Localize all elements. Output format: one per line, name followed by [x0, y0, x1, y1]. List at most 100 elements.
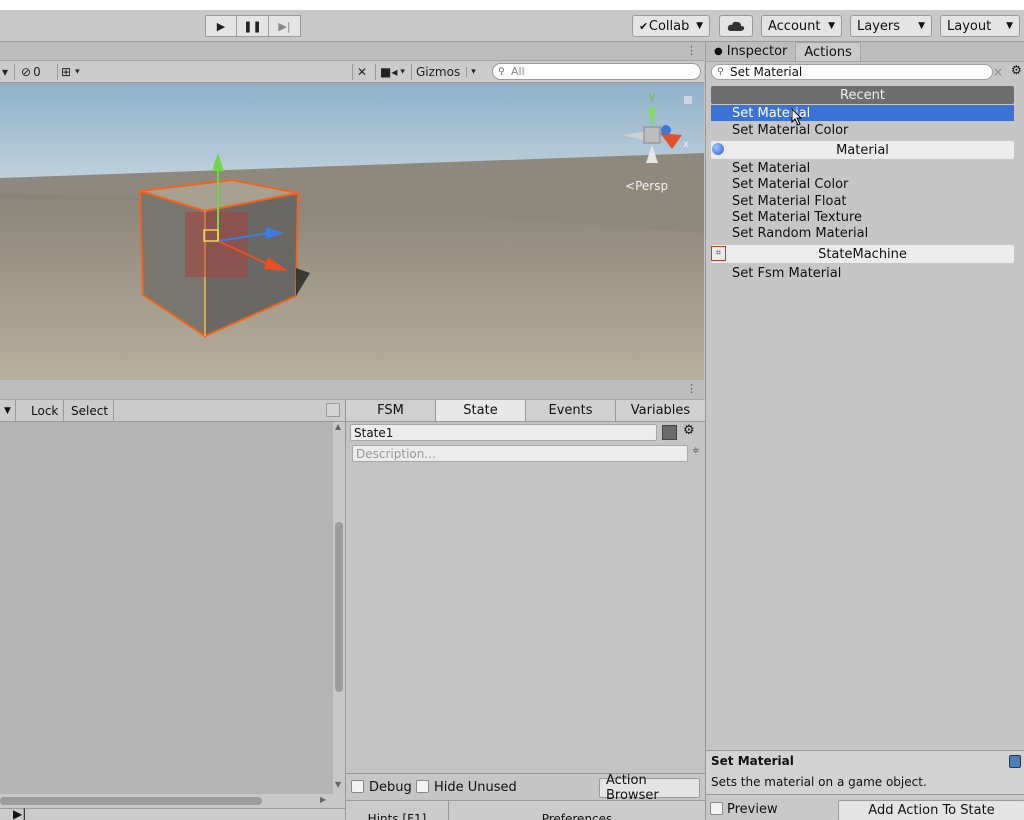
eye-slash-icon: ⊘ [21, 65, 32, 79]
scroll-down-icon[interactable]: ▼ [335, 780, 341, 789]
account-label: Account [768, 18, 821, 34]
kebab-menu-icon[interactable]: ⋮ [686, 44, 697, 57]
camera-icon: ■◂ [380, 65, 398, 79]
gizmos-dropdown[interactable]: Gizmos ▾ [411, 64, 476, 80]
lock-view-icon[interactable] [684, 96, 692, 104]
actions-scrollbar[interactable] [1018, 732, 1024, 746]
tools-icon: ✕ [357, 65, 368, 79]
main-toolbar: ▶ ❚❚ ▶| ✔ Collab ▼ Account ▼ Layers ▼ La… [0, 0, 1024, 42]
state-name-field[interactable]: State1 [350, 424, 657, 441]
step-button[interactable]: ▶| [269, 15, 301, 37]
category-statemachine[interactable]: ⌗ StateMachine [711, 245, 1014, 263]
tab-label: State [463, 403, 498, 418]
lock-button[interactable]: Lock [26, 400, 65, 421]
kebab-menu-icon[interactable]: ⋮ [686, 382, 697, 395]
gizmos-label: Gizmos [416, 65, 461, 79]
mouse-cursor-icon [791, 108, 803, 126]
collab-button[interactable]: ✔ Collab ▼ [632, 15, 710, 37]
layout-dropdown[interactable]: Layout ▼ [940, 15, 1020, 37]
category-recent[interactable]: Recent [711, 86, 1014, 104]
lock-label: Lock [31, 403, 59, 418]
action-item-set-material-color[interactable]: Set Material Color [711, 122, 1014, 138]
chevron-down-icon: ▼ [4, 405, 11, 416]
hints-button[interactable]: Hints [F1] [346, 801, 449, 820]
scrollbar-thumb[interactable] [335, 522, 343, 692]
action-item-set-material[interactable]: Set Material [711, 105, 1014, 121]
playback-controls: ▶ ❚❚ ▶| [205, 15, 301, 37]
tab-fsm[interactable]: FSM [346, 400, 436, 421]
category-material[interactable]: Material [711, 141, 1014, 159]
add-action-to-state-button[interactable]: Add Action To State [838, 800, 1024, 820]
tab-label: Actions [804, 44, 852, 60]
scene-search-input[interactable]: ⚲ All [492, 63, 701, 80]
action-item[interactable]: Set Material Color [711, 176, 1014, 192]
scroll-up-icon[interactable]: ▲ [335, 422, 341, 431]
select-button[interactable]: Select [66, 400, 115, 421]
fsm-tab-strip: ⋮ [0, 380, 704, 400]
action-description-box: Set Material Sets the material on a game… [706, 750, 1024, 794]
scene-toolbar: ▾ ⊘ 0 ⊞ ▾ ✕ ■◂ ▾ Gizmos ▾ ⚲ All [0, 61, 704, 83]
graph-bottom-bar: ▶| [0, 807, 345, 820]
action-item[interactable]: Set Material Texture [711, 209, 1014, 225]
tools-toggle[interactable]: ✕ [352, 64, 367, 80]
right-panel: ● Inspector Actions ⚲ Set Material × ⚙ R… [705, 42, 1024, 820]
persp-toggle[interactable]: <Persp [625, 179, 668, 193]
description-text: Sets the material on a game object. [711, 775, 927, 789]
cloud-button[interactable] [719, 15, 753, 37]
pause-button[interactable]: ❚❚ [237, 15, 269, 37]
tab-state[interactable]: State [436, 400, 526, 421]
scene-tab-strip: ⋮ [0, 42, 704, 61]
state-panel-footer: Debug Hide Unused Action Browser [346, 773, 705, 803]
play-step-icon[interactable]: ▶| [13, 807, 26, 820]
layout-label: Layout [947, 18, 992, 34]
debug-label: Debug [369, 780, 412, 795]
action-item-set-fsm-material[interactable]: Set Fsm Material [711, 265, 1014, 281]
playmaker-logo-icon: ⌗ [711, 246, 726, 261]
actions-search-input[interactable]: ⚲ Set Material [711, 64, 993, 80]
camera-dropdown[interactable]: ■◂ ▾ [375, 64, 405, 80]
toolbar-top-strip [0, 0, 1024, 10]
layers-label: Layers [857, 18, 901, 34]
account-dropdown[interactable]: Account ▼ [761, 15, 842, 37]
settings-gear-icon[interactable]: ⚙ [1011, 63, 1022, 77]
description-placeholder: Description... [356, 446, 436, 461]
hidden-objects-toggle[interactable]: ⊘ 0 [14, 64, 41, 80]
settings-gear-icon[interactable]: ⚙ [683, 423, 695, 438]
tab-inspector[interactable]: ● Inspector [706, 42, 795, 61]
right-panel-tabs: ● Inspector Actions [706, 42, 1024, 62]
fsm-toolbar: ▼ Lock Select [0, 400, 345, 422]
docs-book-icon[interactable] [1009, 755, 1021, 768]
actions-search-value: Set Material [730, 65, 803, 79]
action-item[interactable]: Set Random Material [711, 225, 1014, 241]
action-item[interactable]: Set Material [711, 160, 1014, 176]
action-browser-button[interactable]: Action Browser [599, 773, 700, 803]
layers-dropdown[interactable]: Layers ▼ [850, 15, 932, 37]
preview-checkbox[interactable] [710, 802, 723, 815]
hide-unused-checkbox[interactable] [416, 780, 429, 793]
tab-variables[interactable]: Variables [616, 400, 705, 421]
action-item[interactable]: Set Material Float [711, 193, 1014, 209]
play-button[interactable]: ▶ [205, 15, 237, 37]
scene-view[interactable]: y x <Persp [0, 83, 704, 380]
fsm-graph-view[interactable]: ▲ ▼ ▶ ▶| [0, 422, 345, 820]
state-color-swatch[interactable] [662, 425, 677, 440]
minimap-icon[interactable] [326, 403, 340, 417]
scroll-right-icon[interactable]: ▶ [320, 795, 326, 804]
clear-search-icon[interactable]: × [993, 65, 1003, 79]
tab-actions[interactable]: Actions [795, 42, 861, 61]
chevron-down-icon: ▼ [696, 21, 703, 31]
grid-toggle[interactable]: ⊞ ▾ [57, 64, 80, 80]
scene-viewport[interactable]: y x [0, 83, 704, 380]
preferences-button[interactable]: Preferences [449, 801, 705, 820]
dropdown-caret[interactable]: ▾ [2, 64, 8, 80]
description-field[interactable]: Description... [352, 445, 688, 462]
action-label: Set Material Color [732, 176, 849, 192]
fsm-selector-dropdown[interactable]: ▼ [0, 400, 16, 421]
tab-events[interactable]: Events [526, 400, 616, 421]
debug-checkbox[interactable] [351, 780, 364, 793]
cloud-icon [727, 21, 745, 31]
graph-vertical-scrollbar[interactable]: ▲ ▼ [333, 422, 345, 794]
graph-horizontal-scrollbar[interactable]: ▶ [0, 794, 345, 808]
resize-icon[interactable]: ≑ [692, 446, 700, 456]
hscroll-thumb[interactable] [0, 797, 262, 805]
